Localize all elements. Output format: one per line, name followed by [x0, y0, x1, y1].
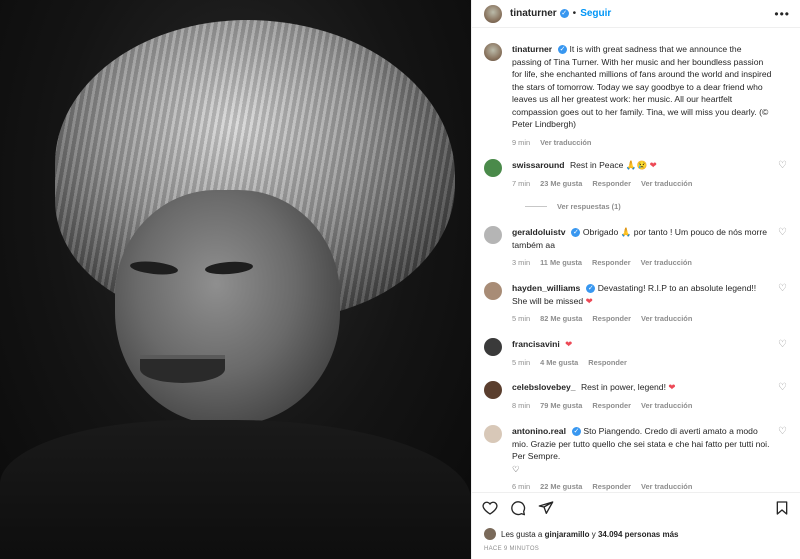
comment-likes[interactable]: 79 Me gusta	[540, 400, 582, 413]
translate-link[interactable]: Ver traducción	[641, 313, 692, 326]
follow-button[interactable]: Seguir	[580, 8, 611, 19]
verified-badge-icon: ✓	[559, 9, 569, 18]
verified-badge-icon: ✓	[571, 427, 581, 437]
comment-likes[interactable]: 82 Me gusta	[540, 313, 582, 326]
caption: tinaturner ✓ It is with great sadness tha…	[484, 43, 788, 149]
heart-icon[interactable]	[482, 500, 498, 516]
comment-likes[interactable]: 11 Me gusta	[540, 257, 582, 270]
reply-link[interactable]: Responder	[592, 178, 631, 191]
reply-link[interactable]: Responder	[592, 313, 631, 326]
comment-time: 8 min	[512, 400, 531, 410]
post-header: tinaturner ✓ • Seguir •••	[472, 0, 800, 28]
comments-list[interactable]: tinaturner ✓ It is with great sadness tha…	[472, 29, 800, 492]
comment-username[interactable]: antonino.real	[512, 426, 566, 436]
like-comment-heart-icon[interactable]: ♡	[778, 284, 788, 294]
view-replies-label: Ver respuestas (1)	[557, 202, 621, 211]
separator-dot: •	[572, 8, 577, 19]
translate-link[interactable]: Ver traducción	[641, 481, 692, 492]
reply-link[interactable]: Responder	[588, 357, 627, 370]
commenter-avatar[interactable]	[484, 425, 502, 443]
comment-likes[interactable]: 23 Me gusta	[540, 178, 582, 191]
commenter-avatar[interactable]	[484, 226, 502, 244]
comment-username[interactable]: swissaround	[512, 160, 565, 170]
comment-text: Rest in Peace 🙏😢	[569, 160, 648, 170]
reply-link[interactable]: Responder	[592, 257, 631, 270]
commenter-avatar[interactable]	[484, 282, 502, 300]
comment-username[interactable]: hayden_williams	[512, 283, 580, 293]
photo-coat	[0, 420, 471, 559]
red-heart-emoji: ❤	[649, 160, 657, 170]
comment-username[interactable]: francisavini	[512, 339, 560, 349]
red-heart-emoji: ❤	[565, 339, 573, 349]
caption-username[interactable]: tinaturner	[512, 44, 552, 54]
comment-username[interactable]: celebslovebey_	[512, 382, 576, 392]
comment-time: 5 min	[512, 357, 531, 367]
like-comment-heart-icon[interactable]: ♡	[778, 340, 788, 350]
verified-badge-icon: ✓	[571, 228, 581, 238]
comment-item: celebslovebey_ Rest in power, legend! ❤ …	[484, 381, 788, 412]
comment-username[interactable]: geraldoluistv	[512, 227, 565, 237]
commenter-avatar[interactable]	[484, 159, 502, 177]
replies-line	[525, 206, 547, 207]
comment-time: 7 min	[512, 178, 531, 188]
translate-link[interactable]: Ver traducción	[641, 400, 692, 413]
verified-badge-icon: ✓	[558, 45, 568, 55]
likes-prefix: Les gusta a	[501, 529, 543, 539]
author-avatar[interactable]	[484, 43, 502, 61]
view-replies-link[interactable]: Ver respuestas (1)	[525, 202, 621, 211]
red-heart-emoji: ❤	[668, 382, 676, 392]
comment-item: swissaround Rest in Peace 🙏😢 ❤ 7 min 23 …	[484, 159, 788, 190]
comment-time: 3 min	[512, 258, 531, 267]
like-comment-heart-icon[interactable]: ♡	[778, 383, 788, 393]
comment-likes[interactable]: 22 Me gusta	[540, 481, 582, 492]
post-timestamp: HACE 9 MINUTOS	[484, 546, 540, 552]
bookmark-icon[interactable]	[774, 500, 790, 516]
comment-time: 5 min	[512, 314, 531, 323]
comment-likes[interactable]: 4 Me gusta	[540, 357, 578, 370]
comment-text: Rest in power, legend!	[580, 382, 666, 392]
translate-link[interactable]: Ver traducción	[641, 178, 692, 191]
comment-item: geraldoluistv ✓ Obrigado 🙏 por tanto ! Um…	[484, 226, 788, 270]
reply-link[interactable]: Responder	[592, 400, 631, 413]
like-comment-heart-icon[interactable]: ♡	[778, 228, 788, 238]
likes-connector: y	[591, 529, 596, 539]
photo-face	[115, 190, 340, 425]
caption-text: It is with great sadness that we announc…	[512, 44, 772, 129]
author-username[interactable]: tinaturner	[510, 8, 557, 19]
more-options-icon[interactable]: •••	[774, 7, 790, 21]
share-icon[interactable]	[538, 500, 554, 516]
likes-count[interactable]: 34.094 personas más	[598, 530, 679, 539]
likes-summary: Les gusta a ginjaramillo y 34.094 person…	[484, 528, 678, 540]
liker-username[interactable]: ginjaramillo	[545, 530, 590, 539]
comment-item: antonino.real ✓ Sto Piangendo. Credo di a…	[484, 425, 788, 492]
verified-badge-icon: ✓	[586, 284, 596, 294]
comment-item: hayden_williams ✓ Devastating! R.I.P to a…	[484, 282, 788, 326]
author-avatar[interactable]	[484, 4, 502, 23]
red-heart-emoji: ❤	[585, 295, 593, 306]
comment-time: 6 min	[512, 482, 531, 491]
liker-avatar[interactable]	[484, 528, 496, 540]
commenter-avatar[interactable]	[484, 381, 502, 399]
reply-link[interactable]: Responder	[592, 481, 631, 492]
like-comment-heart-icon[interactable]: ♡	[778, 161, 788, 171]
post-photo[interactable]	[0, 0, 471, 559]
commenter-avatar[interactable]	[484, 338, 502, 356]
post-actions	[472, 492, 800, 522]
comment-icon[interactable]	[510, 500, 526, 516]
comment-item: francisavini ❤ 5 min 4 Me gusta Responde…	[484, 338, 788, 369]
translate-link[interactable]: Ver traducción	[641, 257, 692, 270]
caption-time: 9 min	[512, 137, 531, 147]
post-sidebar: tinaturner ✓ • Seguir ••• tinaturner ✓ It…	[471, 0, 800, 559]
like-comment-heart-icon[interactable]: ♡	[778, 427, 788, 437]
translate-link[interactable]: Ver traducción	[540, 137, 591, 150]
comment-extra-heart: ♡	[512, 463, 520, 474]
photo-smile	[140, 355, 225, 383]
